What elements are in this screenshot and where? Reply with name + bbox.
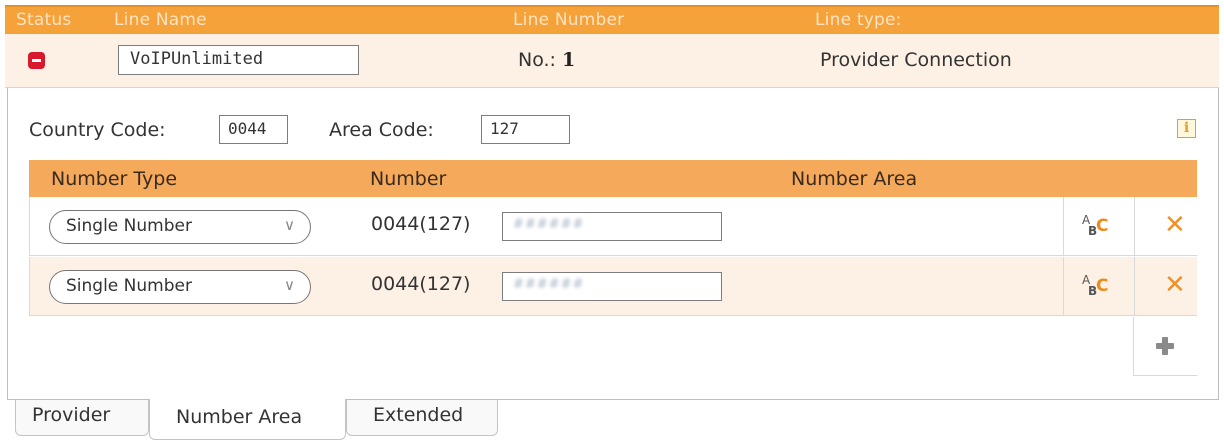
area-code-label: Area Code: [329, 119, 434, 141]
country-code-label: Country Code: [29, 119, 166, 141]
header-line-name: Line Name [114, 10, 207, 30]
header-line-number: Line Number [513, 10, 625, 30]
tab-provider[interactable]: Provider [15, 400, 149, 436]
number-prefix: 0044(127) [371, 273, 471, 295]
chevron-down-icon: ∨ [284, 276, 295, 294]
number-table-header: Number Type Number Number Area [29, 160, 1197, 197]
delete-icon[interactable]: ✕ [1164, 271, 1186, 299]
table-row: Single Number ∨ 0044(127) ###### ABC ✕ [29, 197, 1197, 256]
line-row: VoIPUnlimited No.: 1 Provider Connection [5, 34, 1219, 88]
spellcheck-icon[interactable]: ABC [1082, 273, 1114, 301]
col-number-area: Number Area [791, 168, 918, 190]
number-input[interactable]: ###### [502, 272, 722, 301]
col-number: Number [370, 168, 447, 190]
number-value: ###### [513, 217, 585, 232]
line-number-value: 1 [561, 49, 576, 71]
cell-divider [1063, 257, 1064, 316]
cell-divider [1063, 197, 1064, 256]
cell-divider [1134, 257, 1135, 316]
header-line-type: Line type: [815, 10, 902, 30]
line-type: Provider Connection [820, 49, 1012, 71]
number-type-select[interactable]: Single Number ∨ [49, 270, 311, 304]
delete-icon[interactable]: ✕ [1164, 211, 1186, 239]
number-type-value: Single Number [66, 276, 192, 296]
tab-number-area[interactable]: Number Area [149, 399, 346, 440]
info-icon[interactable]: i [1177, 119, 1196, 138]
tab-extended[interactable]: Extended [346, 400, 498, 436]
chevron-down-icon: ∨ [284, 216, 295, 234]
cell-divider [1134, 197, 1135, 256]
line-name-input[interactable]: VoIPUnlimited [118, 45, 359, 75]
header-status: Status [16, 10, 72, 30]
add-icon[interactable] [1156, 337, 1174, 355]
status-disabled-icon[interactable] [28, 52, 45, 69]
table-row: Single Number ∨ 0044(127) ###### ABC ✕ [29, 257, 1197, 316]
line-number-label: No.: [518, 49, 562, 71]
number-type-select[interactable]: Single Number ∨ [49, 210, 311, 244]
line-list-header: Status Line Name Line Number Line type: [5, 5, 1219, 34]
number-type-value: Single Number [66, 216, 192, 236]
col-number-type: Number Type [51, 168, 178, 190]
number-prefix: 0044(127) [371, 213, 471, 235]
number-input[interactable]: ###### [502, 212, 722, 241]
add-number-cell [1133, 317, 1197, 376]
spellcheck-icon[interactable]: ABC [1082, 213, 1114, 241]
number-value: ###### [513, 277, 585, 292]
line-number: No.: 1 [518, 49, 575, 71]
country-code-input[interactable]: 0044 [219, 115, 288, 144]
area-code-input[interactable]: 127 [481, 115, 570, 144]
